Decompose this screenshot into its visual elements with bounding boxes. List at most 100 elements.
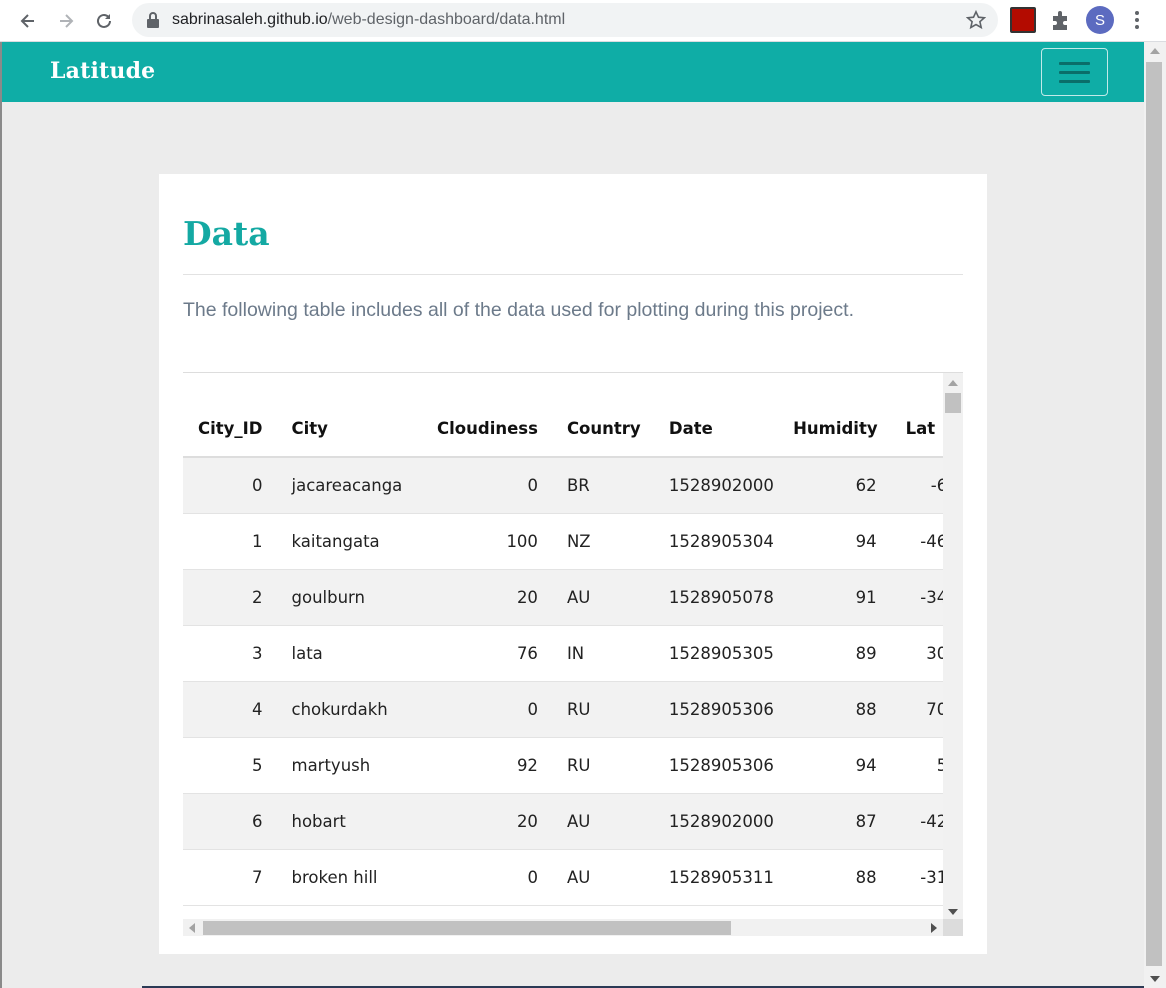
- table-cell: 88: [773, 681, 891, 738]
- table-row: 6 hobart 20 AU 1528902000 87 -42.8: [183, 793, 963, 850]
- lead-text: The following table includes all of the …: [183, 299, 854, 321]
- browser-toolbar: sabrinasaleh.github.io/web-design-dashbo…: [0, 0, 1166, 42]
- extensions-puzzle-icon[interactable]: [1048, 7, 1074, 33]
- lock-icon: [147, 12, 159, 28]
- table-cell: 7: [183, 849, 278, 906]
- table-cell: 1: [183, 513, 278, 570]
- navbar-toggle-button[interactable]: [1041, 48, 1108, 96]
- table-cell: hobart: [277, 793, 405, 850]
- table-cell: 0: [183, 457, 278, 514]
- table-row: 7 broken hill 0 AU 1528905311 88 -31.9: [183, 849, 963, 906]
- table-cell: 1528905306: [658, 737, 774, 794]
- bookmark-star-icon[interactable]: [966, 10, 986, 30]
- column-header: City_ID: [183, 373, 278, 458]
- table-row: 0jacareacanga0BR152890200062-6.2: [183, 457, 963, 514]
- table-cell: 89: [773, 625, 891, 682]
- table-horizontal-scrollbar[interactable]: [183, 919, 943, 936]
- table-cell: jacareacanga: [277, 457, 405, 514]
- table-vertical-scrollbar[interactable]: [943, 373, 963, 919]
- table-cell: RU: [553, 681, 659, 738]
- horizontal-scroll-thumb[interactable]: [203, 921, 731, 935]
- forward-button[interactable]: [52, 7, 80, 35]
- column-header: Humidity: [773, 373, 891, 458]
- page-title: Data: [183, 214, 270, 253]
- address-bar[interactable]: sabrinasaleh.github.io/web-design-dashbo…: [132, 3, 998, 37]
- table-row: 3lata76IN15289053058930.7: [183, 625, 963, 682]
- scroll-up-arrow-icon[interactable]: [948, 380, 958, 386]
- table-cell: NZ: [553, 513, 659, 570]
- table-cell: 1528902000: [658, 457, 774, 514]
- table-cell: 100: [404, 513, 554, 570]
- reload-button[interactable]: [90, 7, 118, 35]
- table-cell: 92: [404, 737, 554, 794]
- content-card: Data The following table includes all of…: [159, 174, 987, 954]
- back-button[interactable]: [14, 7, 42, 35]
- table-row: 2 goulburn 20 AU 1528905078 91 -34.7: [183, 569, 963, 626]
- table-header-row: City_ID City Cloudiness Country Date Humidity…: [183, 373, 963, 458]
- data-table: City_ID City Cloudiness Country Date Humidity…: [183, 373, 963, 906]
- profile-avatar[interactable]: S: [1086, 6, 1114, 34]
- hamburger-icon: [1059, 62, 1090, 65]
- table-cell: 94: [773, 513, 891, 570]
- table-cell: 0: [404, 849, 554, 906]
- scroll-down-arrow-icon[interactable]: [948, 909, 958, 915]
- table-cell: 1528905305: [658, 625, 774, 682]
- table-row: 1 kaitangata 100 NZ 1528905304 94 -46.2: [183, 513, 963, 570]
- page-vertical-scrollbar[interactable]: [1144, 42, 1166, 988]
- table-cell: 0: [404, 681, 554, 738]
- table-cell: kaitangata: [277, 513, 405, 570]
- table-cell: 94: [773, 737, 891, 794]
- table-cell: 1528902000: [658, 793, 774, 850]
- table-cell: 88: [773, 849, 891, 906]
- column-header: City: [277, 373, 405, 458]
- brand-link[interactable]: Latitude: [50, 58, 155, 84]
- table-cell: 76: [404, 625, 554, 682]
- table-cell: 6: [183, 793, 278, 850]
- data-table-container[interactable]: City_ID City Cloudiness Country Date Humidity…: [183, 372, 963, 936]
- table-cell: 1528905304: [658, 513, 774, 570]
- table-cell: 20: [404, 569, 554, 626]
- table-row: 4chokurdakh0RU15289053068870.6: [183, 681, 963, 738]
- table-cell: 91: [773, 569, 891, 626]
- table-cell: martyush: [277, 737, 405, 794]
- table-cell: 5: [183, 737, 278, 794]
- back-arrow-icon: [20, 14, 34, 28]
- title-divider: [183, 274, 963, 275]
- table-cell: 1528905306: [658, 681, 774, 738]
- table-cell: IN: [553, 625, 659, 682]
- column-header: Cloudiness: [404, 373, 554, 458]
- scroll-left-arrow-icon[interactable]: [189, 923, 195, 933]
- pdf-extension-icon[interactable]: [1010, 7, 1036, 33]
- reload-icon: [97, 13, 111, 28]
- page-scroll-up-arrow-icon[interactable]: [1150, 48, 1160, 54]
- table-cell: 20: [404, 793, 554, 850]
- table-body: 0jacareacanga0BR152890200062-6.21kaitang…: [183, 457, 963, 906]
- table-cell: AU: [553, 793, 659, 850]
- table-cell: AU: [553, 569, 659, 626]
- table-cell: 2: [183, 569, 278, 626]
- table-cell: 0: [404, 457, 554, 514]
- scroll-right-arrow-icon[interactable]: [931, 923, 937, 933]
- table-row: 5martyush92RU15289053069456.: [183, 737, 963, 794]
- url-path: /web-design-dashboard/data.html: [327, 11, 566, 28]
- table-cell: BR: [553, 457, 659, 514]
- column-header: Date: [658, 373, 774, 458]
- scrollbar-corner: [943, 919, 963, 936]
- table-cell: 1528905078: [658, 569, 774, 626]
- page-scroll-thumb[interactable]: [1146, 62, 1162, 966]
- table-cell: 3: [183, 625, 278, 682]
- browser-menu-icon[interactable]: [1126, 8, 1148, 32]
- column-header: Country: [553, 373, 659, 458]
- hamburger-icon-line: [1059, 71, 1090, 74]
- table-cell: lata: [277, 625, 405, 682]
- table-cell: 62: [773, 457, 891, 514]
- url-text: sabrinasaleh.github.io/web-design-dashbo…: [172, 11, 565, 29]
- table-cell: goulburn: [277, 569, 405, 626]
- table-cell: 87: [773, 793, 891, 850]
- table-cell: chokurdakh: [277, 681, 405, 738]
- page-scroll-down-arrow-icon[interactable]: [1150, 976, 1160, 982]
- site-navbar: Latitude: [2, 42, 1144, 102]
- vertical-scroll-thumb[interactable]: [945, 393, 961, 413]
- table-cell: 1528905311: [658, 849, 774, 906]
- table-cell: 4: [183, 681, 278, 738]
